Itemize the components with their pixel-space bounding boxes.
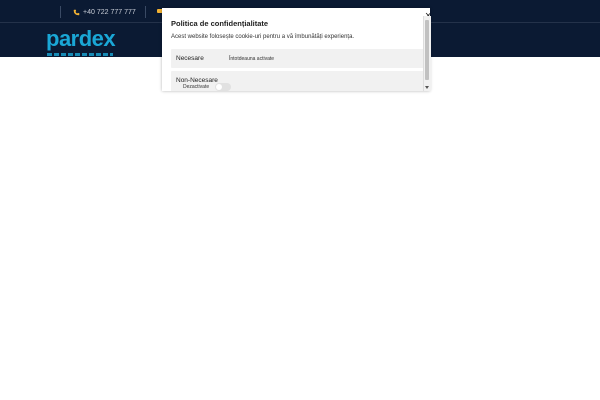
scrollbar-thumb[interactable] [425,20,429,80]
toggle-knob [216,84,222,90]
modal-description: Acest website folosește cookie-uri pentr… [171,34,355,40]
phone-number: +40 722 777 777 [83,8,136,16]
category-status: Dezactivate [183,84,210,90]
phone-contact[interactable]: +40 722 777 777 [73,6,136,18]
category-label: Necesare [176,55,204,62]
logo-tagline [47,53,113,56]
non-necessary-toggle[interactable] [215,83,231,91]
modal-scrollbar[interactable] [423,16,431,91]
category-label: Non-Necesare [176,77,218,84]
top-bar-divider [145,6,146,18]
category-status: Întotdeauna activate [229,56,275,62]
scroll-down-arrow-icon[interactable] [425,86,429,89]
phone-icon [73,9,80,15]
site-logo[interactable]: pardex [46,28,116,50]
top-bar-divider [60,6,61,18]
cookie-category-necessary[interactable]: Necesare Întotdeauna activate [171,49,424,68]
cookie-category-non-necessary[interactable]: Non-Necesare Dezactivate [171,71,424,91]
modal-title: Politica de confidențialitate [171,19,269,28]
cookie-consent-modal: × Politica de confidențialitate Acest we… [162,8,430,91]
